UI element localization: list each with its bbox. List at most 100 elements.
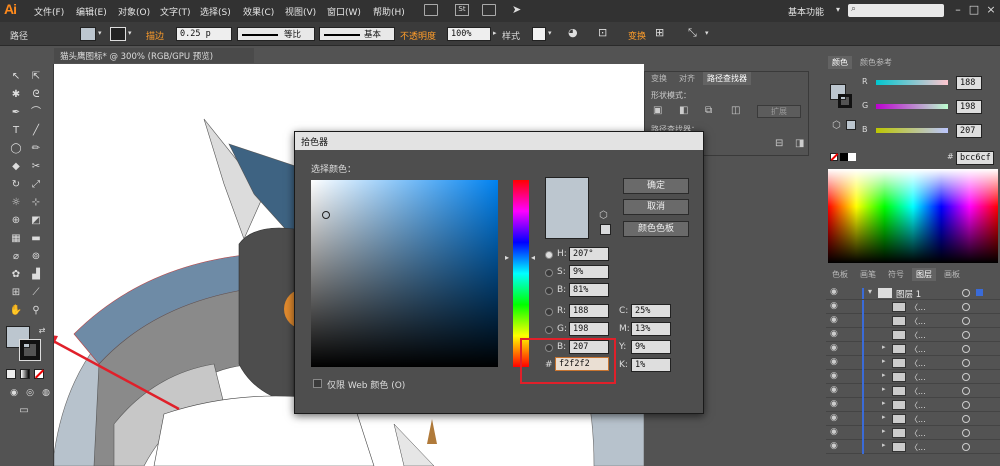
- gamut-cube-icon[interactable]: ⬡: [599, 210, 608, 221]
- sublayer-name[interactable]: 〈...: [910, 344, 926, 355]
- eye-icon[interactable]: ◉: [830, 315, 838, 325]
- sublayer-name[interactable]: 〈...: [910, 442, 926, 453]
- b-radio[interactable]: [545, 287, 553, 295]
- intersect-icon[interactable]: ⧉: [705, 105, 712, 116]
- slice-tool-icon[interactable]: ⟋: [28, 286, 44, 300]
- sublayer-name[interactable]: 〈...: [910, 386, 926, 397]
- sublayer-name[interactable]: 〈...: [910, 302, 926, 313]
- stock-icon[interactable]: St: [455, 4, 469, 16]
- sublayer-name[interactable]: 〈...: [910, 414, 926, 425]
- direct-selection-tool-icon[interactable]: ⇱: [28, 70, 44, 84]
- eye-icon[interactable]: ◉: [830, 427, 838, 437]
- target-icon[interactable]: [962, 387, 970, 395]
- h-field[interactable]: 207°: [569, 247, 609, 261]
- expand-chevron-icon[interactable]: ▾: [868, 287, 872, 296]
- target-icon[interactable]: [962, 317, 970, 325]
- pencil-tool-icon[interactable]: ✏: [28, 142, 44, 156]
- isolate-icon[interactable]: ⊞: [655, 26, 664, 39]
- expand-chevron-icon[interactable]: ▸: [882, 371, 886, 379]
- color-spectrum[interactable]: [828, 169, 998, 263]
- perspective-grid-tool-icon[interactable]: ◩: [28, 214, 44, 228]
- menu-edit[interactable]: 编辑(E): [76, 5, 107, 18]
- stroke-chevron-icon[interactable]: ▾: [128, 29, 132, 37]
- outline-icon[interactable]: ⊟: [775, 138, 783, 149]
- scale-tool-icon[interactable]: ⤢: [28, 178, 44, 192]
- tab-align[interactable]: 对齐: [675, 72, 699, 85]
- tab-layers[interactable]: 图层: [912, 268, 936, 281]
- align-icon[interactable]: ⊡: [598, 26, 607, 39]
- cancel-button[interactable]: 取消: [623, 199, 689, 215]
- white-color-icon[interactable]: [848, 153, 856, 161]
- ok-button[interactable]: 确定: [623, 178, 689, 194]
- workspace-switcher[interactable]: 基本功能: [788, 5, 824, 18]
- expand-chevron-icon[interactable]: ▸: [882, 343, 886, 351]
- menu-window[interactable]: 窗口(W): [327, 5, 361, 18]
- draw-behind-icon[interactable]: ◎: [22, 386, 38, 400]
- hex-field[interactable]: bcc6cf: [956, 151, 994, 165]
- last-color-swatch[interactable]: [846, 120, 856, 130]
- minimize-button[interactable]: –: [950, 3, 966, 18]
- recolor-icon[interactable]: ◕: [568, 26, 578, 39]
- expand-chevron-icon[interactable]: ▸: [882, 413, 886, 421]
- r-radio[interactable]: [545, 308, 553, 316]
- bridge-icon[interactable]: [424, 4, 438, 16]
- eye-icon[interactable]: ◉: [830, 385, 838, 395]
- expand-chevron-icon[interactable]: ▸: [882, 385, 886, 393]
- hand-tool-icon[interactable]: ✋: [8, 304, 24, 318]
- expand-chevron-icon[interactable]: ▸: [882, 427, 886, 435]
- tab-symbols[interactable]: 符号: [884, 268, 908, 281]
- maximize-button[interactable]: □: [966, 3, 982, 18]
- stroke-weight-field[interactable]: 0.25 p: [176, 27, 232, 41]
- black-color-icon[interactable]: [840, 153, 848, 161]
- draw-mode-icon[interactable]: ◉: [6, 386, 22, 400]
- pen-tool-icon[interactable]: ✒: [8, 106, 24, 120]
- swap-fill-stroke-icon[interactable]: ⇄: [34, 324, 50, 338]
- eyedropper-tool-icon[interactable]: ⌀: [8, 250, 24, 264]
- color-field-cursor[interactable]: [322, 211, 330, 219]
- selection-tool-icon[interactable]: ↖: [8, 70, 24, 84]
- sublayer-name[interactable]: 〈...: [910, 372, 926, 383]
- exclude-icon[interactable]: ◫: [731, 105, 740, 116]
- web-safe-swatch[interactable]: [600, 224, 611, 235]
- eye-icon[interactable]: ◉: [830, 371, 838, 381]
- transform-link[interactable]: 变换: [628, 29, 646, 42]
- target-icon[interactable]: [962, 401, 970, 409]
- color-swatches-button[interactable]: 颜色色板: [623, 221, 689, 237]
- fill-chevron-icon[interactable]: ▾: [98, 29, 102, 37]
- magic-wand-tool-icon[interactable]: ✱: [8, 88, 24, 102]
- panel-menu-chevron-icon[interactable]: ▾: [705, 29, 709, 37]
- layer-row[interactable]: ◉ ▸ 〈...: [826, 356, 1000, 370]
- graph-tool-icon[interactable]: ▟: [28, 268, 44, 282]
- line-tool-icon[interactable]: ╱: [28, 124, 44, 138]
- opacity-field[interactable]: 100%: [447, 27, 491, 41]
- expand-chevron-icon[interactable]: ▸: [882, 441, 886, 449]
- tab-artboards[interactable]: 画板: [940, 268, 964, 281]
- free-transform-tool-icon[interactable]: ⊹: [28, 196, 44, 210]
- r-channel-field[interactable]: 188: [956, 76, 982, 90]
- layer-row[interactable]: ◉ 〈...: [826, 328, 1000, 342]
- menu-type[interactable]: 文字(T): [160, 5, 191, 18]
- close-button[interactable]: ×: [983, 3, 999, 18]
- rotate-tool-icon[interactable]: ↻: [8, 178, 24, 192]
- g-channel-field[interactable]: 198: [956, 100, 982, 114]
- symbol-sprayer-tool-icon[interactable]: ✿: [8, 268, 24, 282]
- curvature-tool-icon[interactable]: ⌒: [28, 106, 44, 120]
- eye-icon[interactable]: ◉: [830, 329, 838, 339]
- tab-color[interactable]: 颜色: [828, 56, 852, 69]
- eye-icon[interactable]: ◉: [830, 287, 838, 297]
- none-color-icon[interactable]: [830, 153, 839, 161]
- b-channel-field[interactable]: 207: [956, 124, 982, 138]
- style-swatch[interactable]: [532, 27, 546, 41]
- send-icon[interactable]: ➤: [512, 3, 521, 16]
- eye-icon[interactable]: ◉: [830, 441, 838, 451]
- style-chevron-icon[interactable]: ▾: [548, 29, 552, 37]
- opacity-chevron-icon[interactable]: ▸: [493, 29, 497, 37]
- target-icon[interactable]: [962, 429, 970, 437]
- r-field[interactable]: 188: [569, 304, 609, 318]
- tab-pathfinder[interactable]: 路径查找器: [703, 72, 751, 85]
- sublayer-name[interactable]: 〈...: [910, 428, 926, 439]
- screen-mode-icon[interactable]: ▭: [16, 404, 32, 418]
- c-field[interactable]: 25%: [631, 304, 671, 318]
- hue-left-pointer-icon[interactable]: ▸: [505, 253, 509, 262]
- tab-swatches[interactable]: 色板: [828, 268, 852, 281]
